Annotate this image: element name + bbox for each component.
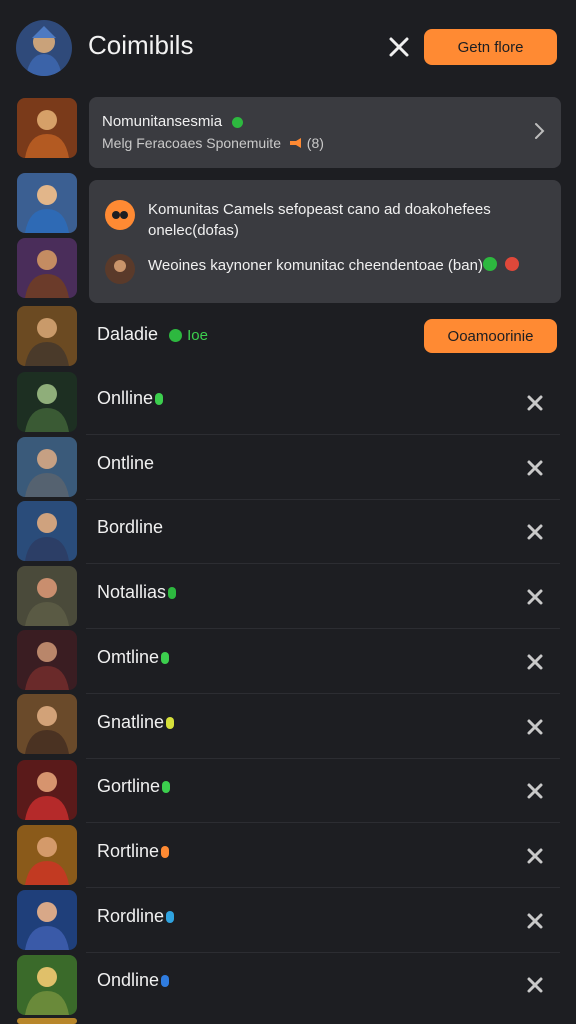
game-avatar[interactable] xyxy=(17,306,77,366)
chat-bubble-icon xyxy=(105,200,135,230)
game-avatar[interactable] xyxy=(17,98,77,158)
profile-avatar[interactable] xyxy=(16,20,72,76)
status-dot xyxy=(169,328,183,342)
notice-count: (8) xyxy=(306,135,324,151)
game-avatar[interactable] xyxy=(17,238,77,298)
list-item[interactable]: Omtline xyxy=(97,647,170,668)
close-icon[interactable] xyxy=(524,651,546,673)
header-cta-button[interactable]: Getn flore xyxy=(424,29,557,65)
close-icon[interactable] xyxy=(524,716,546,738)
game-avatar[interactable] xyxy=(17,890,77,950)
row-label: Gnatline xyxy=(97,712,165,732)
list-item[interactable]: Rortline xyxy=(97,841,170,862)
message-text: Komunitas Camels sefopeast cano ad doako… xyxy=(148,201,491,239)
game-avatar[interactable] xyxy=(17,566,77,626)
status-dot xyxy=(161,652,170,665)
divider xyxy=(86,822,560,823)
game-avatar[interactable] xyxy=(17,173,77,233)
status-dot xyxy=(162,781,171,794)
row-label: Ontline xyxy=(97,453,155,473)
megaphone-icon xyxy=(289,136,303,152)
status-dot xyxy=(166,911,175,924)
row-label: Notallias xyxy=(97,582,167,602)
game-avatar[interactable] xyxy=(17,501,77,561)
close-icon[interactable] xyxy=(524,586,546,608)
game-avatar[interactable] xyxy=(17,760,77,820)
close-icon[interactable] xyxy=(524,457,546,479)
divider xyxy=(86,628,560,629)
game-avatar[interactable] xyxy=(17,1018,77,1024)
notice-subtitle: Melg Feracoaes Sponemuite xyxy=(102,135,281,151)
close-icon[interactable] xyxy=(524,521,546,543)
verified-icon xyxy=(232,116,244,128)
divider xyxy=(86,887,560,888)
notice-title: Nomunitansesmia xyxy=(102,113,223,130)
game-avatar[interactable] xyxy=(17,372,77,432)
row-label: Daladie xyxy=(97,324,159,344)
community-notice-card[interactable]: Nomunitansesmia Melg Feracoaes Sponemuit… xyxy=(89,97,561,168)
close-icon[interactable] xyxy=(524,392,546,414)
sender-avatar xyxy=(105,254,135,284)
list-item[interactable]: Rordline xyxy=(97,906,175,927)
divider xyxy=(86,434,560,435)
row-label: Gortline xyxy=(97,776,161,796)
community-screen: Coimibils Getn flore Nomunitansesmia Mel… xyxy=(0,0,576,1024)
status-dot xyxy=(161,846,170,859)
divider xyxy=(86,563,560,564)
row-label: Bordline xyxy=(97,517,164,537)
close-icon[interactable] xyxy=(524,910,546,932)
list-item[interactable]: Gortline xyxy=(97,776,171,797)
close-icon[interactable] xyxy=(386,34,412,60)
row-badge: Ioe xyxy=(187,327,208,344)
chevron-right-icon[interactable] xyxy=(533,121,547,141)
game-avatar[interactable] xyxy=(17,955,77,1015)
status-dot xyxy=(161,975,170,988)
list-item[interactable]: Onlline xyxy=(97,388,164,409)
list-item[interactable]: Bordline xyxy=(97,517,163,538)
status-dot xyxy=(155,393,164,406)
block-icon xyxy=(505,257,519,271)
list-item[interactable]: Ontline xyxy=(97,453,154,474)
row-label: Onlline xyxy=(97,388,154,408)
divider xyxy=(86,758,560,759)
row-label: Omtline xyxy=(97,647,160,667)
row-cta-button[interactable]: Ooamoorinie xyxy=(424,319,557,353)
game-avatar[interactable] xyxy=(17,825,77,885)
status-dot xyxy=(168,587,177,600)
row-label: Rordline xyxy=(97,906,165,926)
row-label: Ondline xyxy=(97,970,160,990)
list-item[interactable]: Ondline xyxy=(97,970,170,991)
divider xyxy=(86,499,560,500)
message-text: Weoines kaynoner komunitac cheendentoae … xyxy=(148,257,483,274)
header: Coimibils Getn flore xyxy=(0,0,576,96)
list-item[interactable]: Gnatline xyxy=(97,712,175,733)
online-icon xyxy=(483,257,497,271)
game-avatar[interactable] xyxy=(17,630,77,690)
status-dot xyxy=(166,717,175,730)
close-icon[interactable] xyxy=(524,974,546,996)
message-card[interactable]: Komunitas Camels sefopeast cano ad doako… xyxy=(89,180,561,303)
close-icon[interactable] xyxy=(524,780,546,802)
game-avatar[interactable] xyxy=(17,694,77,754)
divider xyxy=(86,952,560,953)
list-item[interactable]: Notallias xyxy=(97,582,177,603)
game-avatar[interactable] xyxy=(17,437,77,497)
divider xyxy=(86,693,560,694)
page-title: Coimibils xyxy=(88,30,194,60)
list-item[interactable]: Daladie Ioe xyxy=(97,324,208,345)
row-label: Rortline xyxy=(97,841,160,861)
close-icon[interactable] xyxy=(524,845,546,867)
